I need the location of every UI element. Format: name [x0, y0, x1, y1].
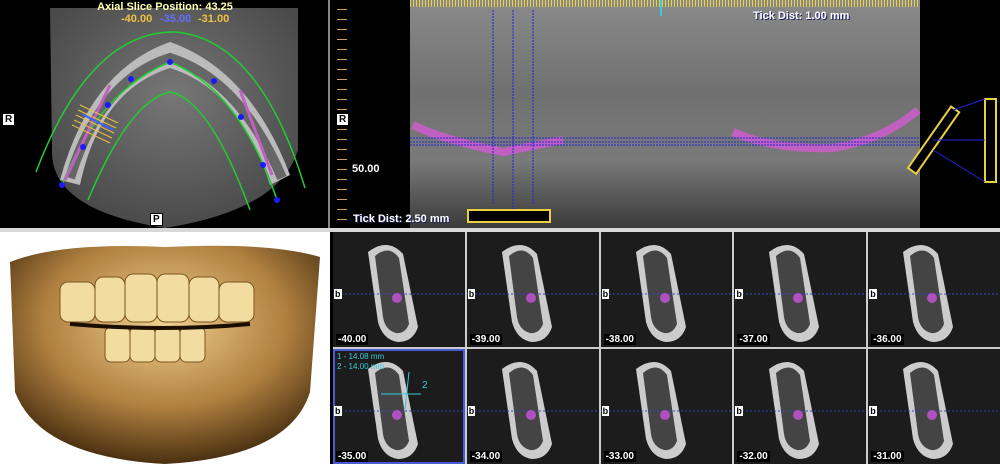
nerve-canal-marker	[392, 293, 402, 303]
slice-position: -32.00	[737, 451, 770, 462]
cross-section-image	[734, 361, 867, 459]
slice-position: -33.00	[603, 451, 636, 462]
side-label: b	[869, 406, 877, 416]
cross-section-8[interactable]: b -32.00	[734, 349, 867, 464]
measurement-lines[interactable]	[333, 349, 465, 464]
axial-slice-position: Axial Slice Position: 43.25	[97, 1, 233, 13]
cross-section-image	[868, 361, 1000, 459]
tick-dist-top: Tick Dist: 1.00 mm	[753, 10, 850, 22]
cross-section-image	[466, 244, 599, 342]
nerve-canal-marker	[659, 293, 670, 303]
range-end: -31.00	[198, 13, 230, 25]
cross-section-2[interactable]: b -38.00	[600, 232, 733, 347]
measurement-marker: 2	[422, 380, 428, 391]
cross-section-9[interactable]: b -31.00	[868, 349, 1000, 464]
cross-section-image	[600, 244, 733, 342]
side-label: b	[869, 289, 877, 299]
cross-section-image	[868, 244, 1000, 342]
cross-section-image	[333, 244, 465, 342]
slice-position: -38.00	[603, 334, 636, 345]
side-label: b	[467, 289, 476, 299]
side-label: b	[467, 406, 476, 416]
cross-section-7[interactable]: b -33.00	[600, 349, 733, 464]
cross-section-3[interactable]: b -37.00	[734, 232, 867, 347]
side-label: b	[601, 406, 610, 416]
slice-position: -39.00	[469, 334, 503, 345]
slice-position: -34.00	[469, 451, 503, 462]
orientation-posterior-label: P	[150, 213, 163, 226]
cross-section-6[interactable]: b -34.00	[466, 349, 599, 464]
axial-image[interactable]	[0, 0, 330, 228]
3d-jaw-render	[10, 245, 320, 464]
axial-view[interactable]: Axial Slice Position: 43.25 -40.00 -35.0…	[0, 0, 330, 228]
cross-section-0[interactable]: b -40.00	[333, 232, 465, 347]
slice-position: -31.00	[871, 451, 904, 462]
cross-section-grid: b -40.00 b -39.00 b -38.00 b -37.00 b -36.00 …	[333, 232, 1000, 464]
nerve-canal-marker	[525, 293, 536, 303]
cross-section-5[interactable]: b -35.00 1 - 14.08 mm 2 - 14.00 mm 2	[333, 349, 465, 464]
side-label: b	[334, 289, 342, 299]
nerve-canal-marker	[659, 410, 670, 420]
cross-section-1[interactable]: b -39.00	[466, 232, 599, 347]
cross-section-image	[600, 361, 733, 459]
slice-position: -36.00	[871, 334, 904, 345]
orientation-right-label: R	[2, 113, 16, 126]
cross-section-image	[734, 244, 867, 342]
panoramic-view[interactable]: Tick Dist: 1.00 mm Tick Dist: 2.50 mm 50…	[333, 0, 1000, 228]
slice-position: -37.00	[737, 334, 770, 345]
range-mid: -35.00	[160, 13, 192, 25]
nerve-canal-marker	[927, 410, 938, 420]
cross-section-4[interactable]: b -36.00	[868, 232, 1000, 347]
nerve-canal-marker	[793, 410, 804, 420]
cross-section-image	[466, 361, 599, 459]
nerve-canal-marker	[927, 293, 938, 303]
slice-position: -40.00	[336, 334, 369, 345]
nerve-canal-marker	[793, 293, 804, 303]
nerve-canal-marker	[525, 410, 536, 420]
range-start: -40.00	[121, 13, 153, 25]
orientation-right-label: R	[336, 113, 350, 126]
tick-dist-left: Tick Dist: 2.50 mm	[353, 213, 450, 225]
side-label: b	[601, 289, 610, 299]
side-label: b	[735, 289, 743, 299]
side-label: b	[735, 406, 743, 416]
3d-render-view[interactable]	[0, 232, 330, 464]
ruler-value: 50.00	[352, 163, 380, 175]
